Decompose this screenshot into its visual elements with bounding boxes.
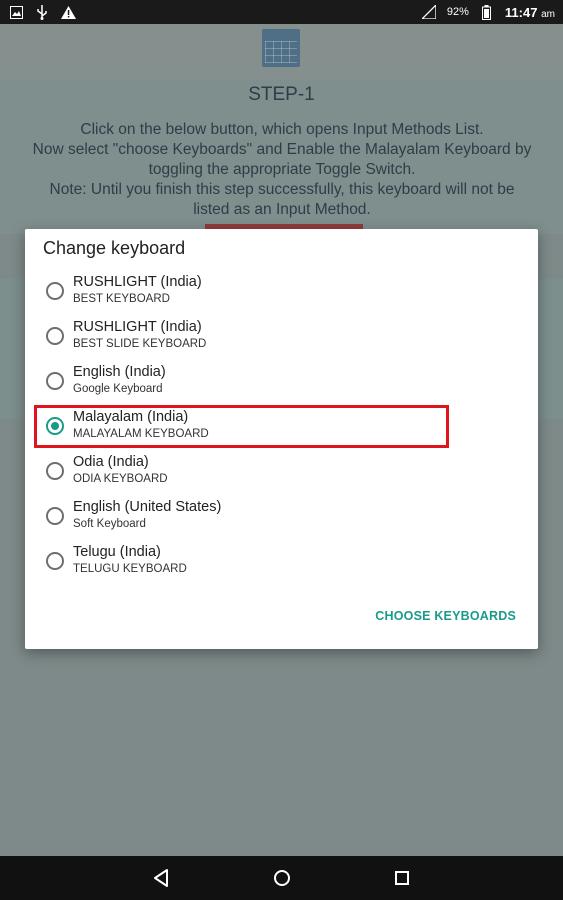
step-title: STEP-1: [248, 84, 315, 105]
warning-icon: [60, 4, 76, 20]
keyboard-name: English (India): [73, 364, 166, 380]
status-bar: 92% 11:47 am: [0, 0, 563, 24]
battery-percent: 92%: [446, 6, 469, 18]
instruction-line: toggling the appropriate Toggle Switch.: [148, 161, 416, 178]
radio-button[interactable]: [46, 507, 64, 525]
keyboard-name: Telugu (India): [73, 544, 161, 560]
radio-button[interactable]: [46, 372, 64, 390]
keyboard-list: RUSHLIGHT (India) BEST KEYBOARD RUSHLIGH…: [25, 269, 538, 584]
keyboard-option-english-us[interactable]: English (United States) Soft Keyboard: [25, 494, 538, 539]
status-bar-right: 92% 11:47 am: [421, 4, 555, 20]
change-keyboard-dialog: Change keyboard RUSHLIGHT (India) BEST K…: [25, 229, 538, 649]
keyboard-name: Malayalam (India): [73, 409, 189, 425]
keyboard-option-text: Malayalam (India) MALAYALAM KEYBOARD: [73, 408, 209, 442]
keyboard-option-telugu[interactable]: Telugu (India) TELUGU KEYBOARD: [25, 539, 538, 584]
keyboard-option-rushlight-slide[interactable]: RUSHLIGHT (India) BEST SLIDE KEYBOARD: [25, 314, 538, 359]
app-logo-icon: [262, 29, 300, 67]
keyboard-subtitle: BEST SLIDE KEYBOARD: [73, 338, 207, 350]
image-icon: [8, 4, 24, 20]
usb-icon: [34, 4, 50, 20]
keyboard-grid-icon: [265, 41, 297, 63]
keyboard-option-malayalam[interactable]: Malayalam (India) MALAYALAM KEYBOARD: [25, 404, 538, 449]
keyboard-subtitle: MALAYALAM KEYBOARD: [73, 428, 209, 440]
instruction-line: Now select "choose Keyboards" and Enable…: [32, 141, 532, 158]
dialog-title: Change keyboard: [43, 238, 186, 258]
radio-button[interactable]: [46, 282, 64, 300]
radio-button[interactable]: [46, 552, 64, 570]
choose-keyboards-button[interactable]: CHOOSE KEYBOARDS: [375, 609, 516, 623]
keyboard-option-text: English (India) Google Keyboard: [73, 363, 166, 397]
instructions: Click on the below button, which opens I…: [6, 120, 558, 220]
keyboard-name: Odia (India): [73, 454, 149, 470]
keyboard-option-english-india[interactable]: English (India) Google Keyboard: [25, 359, 538, 404]
battery-icon: [479, 4, 495, 20]
keyboard-option-text: Odia (India) ODIA KEYBOARD: [73, 453, 168, 487]
keyboard-subtitle: BEST KEYBOARD: [73, 293, 170, 305]
keyboard-name: RUSHLIGHT (India): [73, 274, 202, 290]
clock: 11:47 am: [505, 5, 555, 20]
instruction-line: Note: Until you finish this step success…: [49, 181, 515, 198]
keyboard-option-odia[interactable]: Odia (India) ODIA KEYBOARD: [25, 449, 538, 494]
keyboard-option-text: RUSHLIGHT (India) BEST KEYBOARD: [73, 273, 202, 307]
keyboard-subtitle: ODIA KEYBOARD: [73, 473, 168, 485]
keyboard-subtitle: TELUGU KEYBOARD: [73, 563, 187, 575]
navigation-bar: [0, 856, 563, 900]
status-bar-left: [8, 4, 76, 20]
clock-ampm: am: [541, 8, 555, 20]
back-icon[interactable]: [151, 868, 171, 888]
signal-icon: [421, 4, 437, 20]
keyboard-name: English (United States): [73, 499, 222, 515]
instruction-line: Click on the below button, which opens I…: [80, 121, 484, 138]
clock-time: 11:47: [504, 4, 538, 20]
keyboard-name: RUSHLIGHT (India): [73, 319, 202, 335]
home-icon[interactable]: [272, 868, 292, 888]
keyboard-option-rushlight-best[interactable]: RUSHLIGHT (India) BEST KEYBOARD: [25, 269, 538, 314]
keyboard-option-text: RUSHLIGHT (India) BEST SLIDE KEYBOARD: [73, 318, 206, 352]
recents-icon[interactable]: [392, 868, 412, 888]
radio-button-selected[interactable]: [46, 417, 64, 435]
keyboard-subtitle: Google Keyboard: [73, 383, 163, 395]
radio-button[interactable]: [46, 327, 64, 345]
instruction-line: listed as an Input Method.: [193, 201, 371, 218]
keyboard-subtitle: Soft Keyboard: [73, 518, 146, 530]
radio-button[interactable]: [46, 462, 64, 480]
keyboard-option-text: Telugu (India) TELUGU KEYBOARD: [73, 543, 187, 577]
keyboard-option-text: English (United States) Soft Keyboard: [73, 498, 221, 532]
